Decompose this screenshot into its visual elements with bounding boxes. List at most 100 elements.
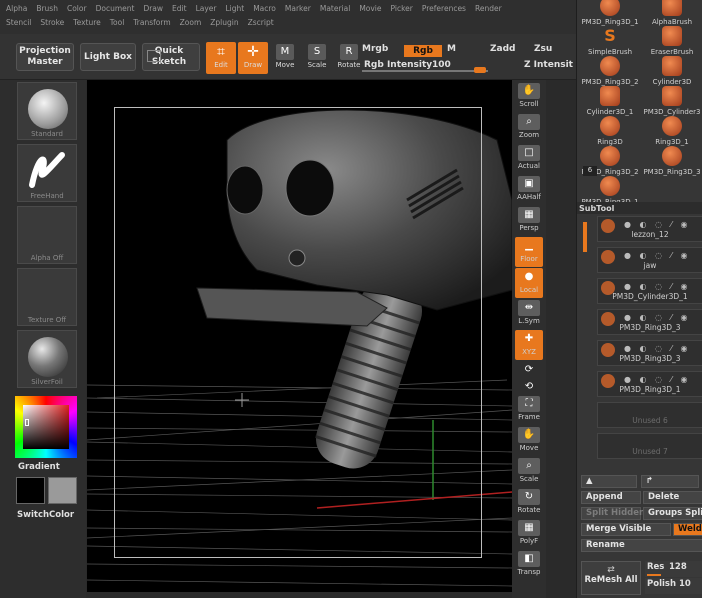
subtool-scrollbar[interactable] [583, 222, 587, 252]
menu-item-light[interactable]: Light [225, 4, 244, 13]
viewport-rotate-z-button[interactable]: ⟲ [515, 378, 543, 394]
rgb-intensity-slider[interactable] [362, 70, 488, 72]
subtool-item[interactable]: Unused 6 [597, 402, 702, 428]
tool-move-button[interactable]: M Move [270, 42, 300, 74]
subtool-item[interactable]: ● ◐ ◌ ⁄ ◉ PM3D_Cylinder3D_1 [597, 278, 702, 304]
viewport-polyf-button[interactable]: ▦ PolyF [515, 519, 543, 549]
color-picker[interactable] [15, 396, 77, 458]
menu-item-zplugin[interactable]: Zplugin [210, 18, 238, 27]
menu-item-stroke[interactable]: Stroke [40, 18, 64, 27]
alpha-slot[interactable]: Alpha Off [17, 206, 77, 264]
viewport-xyz-button[interactable]: ✚ XYZ [515, 330, 543, 360]
subtool-item[interactable]: ● ◐ ◌ ⁄ ◉ PM3D_Ring3D_3 [597, 340, 702, 366]
viewport-local-button[interactable]: ● Local [515, 268, 543, 298]
brush-thumb[interactable]: AlphaBrush [641, 0, 702, 26]
brush-thumb[interactable]: PM3D_Ring3D_3 [641, 146, 702, 176]
tool-draw-button[interactable]: ✛ Draw [238, 42, 268, 74]
subtool-visibility-icons[interactable]: ● ◐ ◌ ⁄ ◉ [624, 282, 690, 291]
subtool-item[interactable]: ● ◐ ◌ ⁄ ◉ PM3D_Ring3D_3 [597, 309, 702, 335]
zsub-button[interactable]: Zsu [534, 44, 552, 54]
menu-item-render[interactable]: Render [475, 4, 502, 13]
brush-thumb[interactable]: PM3D_Cylinder3 [641, 86, 702, 116]
menu-item-material[interactable]: Material [320, 4, 350, 13]
viewport-rotate-button[interactable]: ↻ Rotate [515, 488, 543, 518]
zadd-button[interactable]: Zadd [490, 44, 515, 54]
brush-thumb[interactable]: EraserBrush [641, 26, 702, 56]
texture-slot[interactable]: Texture Off [17, 268, 77, 326]
saturation-square[interactable] [23, 405, 69, 449]
tool-scale-button[interactable]: S Scale [302, 42, 332, 74]
menu-item-zscript[interactable]: Zscript [248, 18, 274, 27]
viewport-aahalf-button[interactable]: ▣ AAHalf [515, 175, 543, 205]
gradient-label[interactable]: Gradient [18, 462, 60, 472]
menu-item-macro[interactable]: Macro [253, 4, 276, 13]
tool-rotate-button[interactable]: R Rotate [334, 42, 364, 74]
projection-master-button[interactable]: Projection Master [16, 43, 74, 71]
viewport-zoom-button[interactable]: ⌕ Zoom [515, 113, 543, 143]
subtool-item[interactable]: ● ◐ ◌ ⁄ ◉ jaw [597, 247, 702, 273]
viewport-rotate-y-button[interactable]: ⟳ [515, 361, 543, 377]
menu-item-brush[interactable]: Brush [36, 4, 58, 13]
subtool-visibility-icons[interactable]: ● ◐ ◌ ⁄ ◉ [624, 344, 690, 353]
light-box-button[interactable]: Light Box [80, 43, 136, 71]
tool-edit-button[interactable]: ⌗ Edit [206, 42, 236, 74]
brush-thumb[interactable]: PM3D_Ring3D_2 [579, 56, 641, 86]
menu-item-color[interactable]: Color [67, 4, 87, 13]
arrow-button[interactable]: ↱ [641, 475, 699, 488]
viewport-actual-button[interactable]: □ Actual [515, 144, 543, 174]
viewport-persp-button[interactable]: ▦ Persp [515, 206, 543, 236]
merge-visible-button[interactable]: Merge Visible [581, 523, 671, 536]
menu-item-document[interactable]: Document [96, 4, 135, 13]
material-slot[interactable]: SilverFoil [17, 330, 77, 388]
viewport-transp-button[interactable]: ◧ Transp [515, 550, 543, 580]
groups-split-button[interactable]: Groups Split [643, 507, 702, 520]
menu-item-texture[interactable]: Texture [73, 18, 100, 27]
stroke-slot[interactable]: FreeHand [17, 144, 77, 202]
remesh-all-button[interactable]: ⇄ ReMesh All [581, 561, 641, 595]
menu-item-picker[interactable]: Picker [391, 4, 413, 13]
viewport-move-button[interactable]: ✋ Move [515, 426, 543, 456]
color-cursor[interactable] [25, 419, 29, 426]
subtool-item[interactable]: ● ◐ ◌ ⁄ ◉ lezzon_12 [597, 216, 702, 242]
viewport-floor-button[interactable]: ▁ Floor [515, 237, 543, 267]
subtool-visibility-icons[interactable]: ● ◐ ◌ ⁄ ◉ [624, 251, 690, 260]
subtool-item[interactable]: Unused 7 [597, 433, 702, 459]
secondary-color-swatch[interactable] [48, 477, 77, 504]
menu-item-preferences[interactable]: Preferences [422, 4, 466, 13]
menu-item-zoom[interactable]: Zoom [180, 18, 202, 27]
menu-item-stencil[interactable]: Stencil [6, 18, 31, 27]
move-up-button[interactable]: ▲ [581, 475, 637, 488]
subtool-visibility-icons[interactable]: ● ◐ ◌ ⁄ ◉ [624, 220, 690, 229]
subtool-visibility-icons[interactable]: ● ◐ ◌ ⁄ ◉ [624, 375, 690, 384]
subtool-header[interactable]: SubTool [577, 202, 702, 214]
viewport-scroll-button[interactable]: ✋ Scroll [515, 82, 543, 112]
brush-thumb[interactable]: PM3D_Ring3D_1 [579, 0, 641, 26]
rgb-intensity-knob[interactable] [474, 67, 486, 73]
rename-button[interactable]: Rename [581, 539, 702, 552]
split-hidden-button[interactable]: Split Hidden [581, 507, 645, 520]
viewport-scale-button[interactable]: ⌕ Scale [515, 457, 543, 487]
menu-item-movie[interactable]: Movie [359, 4, 381, 13]
brush-thumb[interactable]: Ring3D [579, 116, 641, 146]
brush-thumb[interactable]: Cylinder3D_1 [579, 86, 641, 116]
rgb-button[interactable]: Rgb [404, 45, 442, 57]
menu-item-marker[interactable]: Marker [285, 4, 311, 13]
menu-item-edit[interactable]: Edit [172, 4, 187, 13]
mrgb-button[interactable]: Mrgb [362, 44, 388, 54]
menu-item-layer[interactable]: Layer [196, 4, 217, 13]
m-button[interactable]: M [447, 44, 456, 54]
viewport-lsym-button[interactable]: ⇹ L.Sym [515, 299, 543, 329]
append-button[interactable]: Append [581, 491, 641, 504]
quick-sketch-button[interactable]: Quick Sketch [142, 43, 200, 71]
brush-thumb[interactable]: Ring3D_1 [641, 116, 702, 146]
menu-item-transform[interactable]: Transform [133, 18, 170, 27]
subtool-visibility-icons[interactable]: ● ◐ ◌ ⁄ ◉ [624, 313, 690, 322]
brush-thumb[interactable]: Cylinder3D [641, 56, 702, 86]
polish-slider[interactable]: Polish 10 [645, 578, 702, 594]
brush-thumb[interactable]: S SimpleBrush [579, 26, 641, 56]
delete-button[interactable]: Delete [643, 491, 702, 504]
z-intensity-label[interactable]: Z Intensit [524, 60, 573, 70]
viewport-frame-button[interactable]: ⛶ Frame [515, 395, 543, 425]
menu-item-draw[interactable]: Draw [143, 4, 163, 13]
main-color-swatch[interactable] [16, 477, 45, 504]
